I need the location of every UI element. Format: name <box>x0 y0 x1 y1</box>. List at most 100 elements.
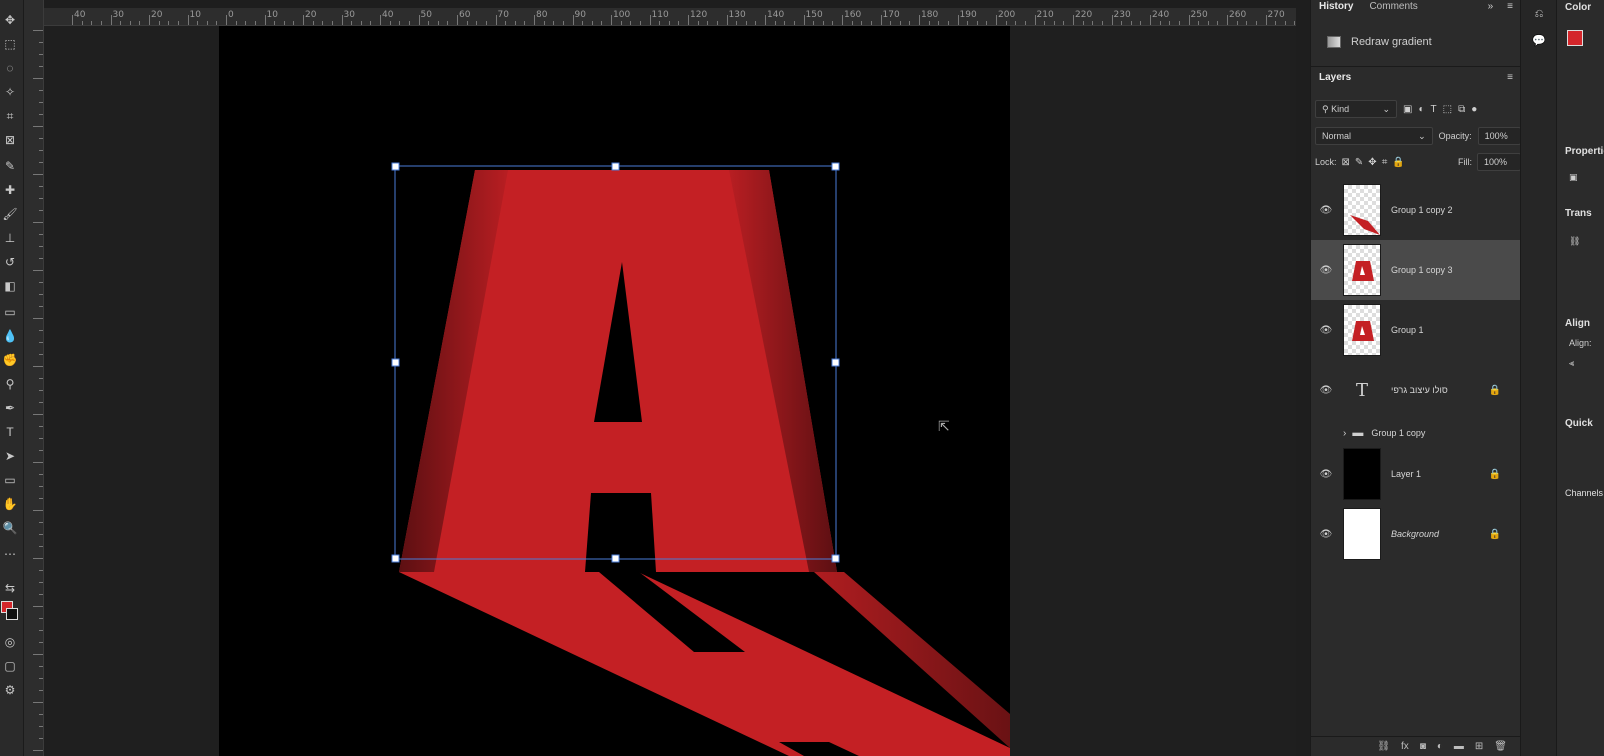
stamp-icon[interactable]: ⊥ <box>0 228 20 248</box>
eye-icon[interactable]: 👁 <box>1317 265 1335 276</box>
path-select-icon[interactable]: ➤ <box>0 446 20 466</box>
history-brush-icon[interactable]: ↺ <box>0 252 20 272</box>
eye-icon[interactable]: 👁 <box>1317 469 1335 480</box>
lock-image-icon[interactable]: ✎ <box>1355 157 1363 168</box>
quick-actions-title[interactable]: Quick <box>1565 418 1593 429</box>
zoom-icon[interactable]: 🔍 <box>0 518 20 538</box>
swap-colors-icon[interactable]: ⇆ <box>0 578 20 598</box>
new-layer-icon[interactable]: ⊞ <box>1475 741 1483 752</box>
history-item[interactable]: Redraw gradient <box>1311 32 1501 52</box>
filter-shape-icon[interactable]: ⬚ <box>1443 104 1452 115</box>
lock-position-icon[interactable]: ✥ <box>1368 157 1376 168</box>
delete-layer-icon[interactable]: 🗑 <box>1494 741 1507 752</box>
handle-bottom-right[interactable] <box>831 554 840 563</box>
ruler-tick <box>33 654 43 655</box>
color-panel-title[interactable]: Color <box>1565 2 1591 13</box>
eye-icon[interactable]: 👁 <box>1317 529 1335 540</box>
align-section-title[interactable]: Align <box>1565 318 1590 329</box>
lock-all-icon[interactable]: 🔒 <box>1392 157 1404 168</box>
foreground-color-swatch[interactable] <box>1567 30 1583 46</box>
ruler-tick <box>39 666 43 667</box>
fill-input[interactable]: 100% <box>1477 153 1521 171</box>
document-canvas[interactable] <box>219 26 1010 756</box>
handle-top-left[interactable] <box>391 162 400 171</box>
filter-type-icon[interactable]: T <box>1431 104 1437 115</box>
filter-toggle-icon[interactable]: ● <box>1471 104 1477 115</box>
ruler-tick <box>39 630 43 631</box>
crop-icon[interactable]: ⌗ <box>0 106 20 126</box>
layer-row[interactable]: 👁 T סולו עיצוב גרפי 🔒 <box>1311 360 1521 420</box>
transform-section-title[interactable]: Trans <box>1565 208 1592 219</box>
hand-icon[interactable]: ✋ <box>0 494 20 514</box>
tab-layers[interactable]: Layers <box>1319 72 1359 83</box>
handle-top-right[interactable] <box>831 162 840 171</box>
filter-smart-object-icon[interactable]: ⧉ <box>1458 104 1465 115</box>
chevron-right-icon[interactable]: › <box>1343 428 1346 439</box>
blur-icon[interactable]: 💧 <box>0 326 20 346</box>
pen-icon[interactable]: ✒ <box>0 398 20 418</box>
adjustment-layer-icon[interactable]: ◐ <box>1437 741 1443 752</box>
opacity-input[interactable]: 100% <box>1477 127 1521 145</box>
filter-kind-select[interactable]: ⚲ Kind ⌄ <box>1315 100 1397 118</box>
handle-top-center[interactable] <box>611 162 620 171</box>
type-icon[interactable]: T <box>0 422 20 442</box>
lock-artboard-icon[interactable]: ⌗ <box>1382 157 1388 168</box>
new-group-icon[interactable]: ▬ <box>1454 741 1464 752</box>
screen-mode-icon[interactable]: ▢ <box>0 656 20 676</box>
rectangle-icon[interactable]: ▭ <box>0 470 20 490</box>
brush-icon[interactable]: 🖌 <box>0 204 20 224</box>
layer-style-icon[interactable]: fx <box>1401 741 1409 752</box>
blend-mode-select[interactable]: Normal ⌄ <box>1315 127 1433 145</box>
frame-icon[interactable]: ⊠ <box>0 130 20 150</box>
quick-mask-icon[interactable]: ◎ <box>0 632 20 652</box>
lasso-icon[interactable]: ◌ <box>0 58 20 78</box>
collapse-icon[interactable]: » <box>1488 1 1508 12</box>
ruler-tick <box>39 354 43 355</box>
background-color-swatch[interactable] <box>6 608 18 620</box>
comments-panel-icon[interactable]: 💬 <box>1529 30 1549 50</box>
link-icon[interactable]: ⛓ <box>1569 236 1580 247</box>
eraser-icon[interactable]: ◧ <box>0 276 20 296</box>
move-icon[interactable]: ✥ <box>0 10 20 30</box>
layer-group-row[interactable]: › ▬ Group 1 copy <box>1311 420 1521 446</box>
channels-tab[interactable]: Channels <box>1565 488 1603 498</box>
layer-row[interactable]: 👁 Layer 1 🔒 <box>1311 444 1521 504</box>
handle-middle-right[interactable] <box>831 358 840 367</box>
handle-bottom-left[interactable] <box>391 554 400 563</box>
magic-wand-icon[interactable]: ✧ <box>0 82 20 102</box>
panel-menu-icon[interactable]: ≡ <box>1507 1 1521 12</box>
filter-adjustment-icon[interactable]: ◐ <box>1418 104 1424 115</box>
eyedropper-icon[interactable]: ✎ <box>0 156 20 176</box>
healing-icon[interactable]: ✚ <box>0 180 20 200</box>
link-layers-icon[interactable]: ⛓ <box>1377 741 1390 752</box>
handle-bottom-center[interactable] <box>611 554 620 563</box>
layers-menu-icon[interactable]: ≡ <box>1507 72 1521 83</box>
history-panel-icon[interactable]: ⎌ <box>1529 4 1549 24</box>
eye-icon[interactable]: 👁 <box>1317 205 1335 216</box>
extruded-shadow <box>399 572 1010 756</box>
properties-panel-title[interactable]: Properties <box>1565 146 1604 157</box>
lock-transparent-icon[interactable]: ⊠ <box>1342 157 1350 168</box>
letter-a <box>399 170 837 572</box>
gradient-icon[interactable]: ▭ <box>0 302 20 322</box>
dodge-icon[interactable]: ✊ <box>0 350 20 370</box>
align-left-icon[interactable]: ⫷ <box>1569 358 1574 369</box>
eye-icon[interactable]: 👁 <box>1317 325 1335 336</box>
edit-toolbar-icon[interactable]: ⚙ <box>0 680 20 700</box>
more-icon[interactable]: ⋯ <box>0 544 20 564</box>
filter-pixel-icon[interactable]: ▣ <box>1403 104 1412 115</box>
eye-icon[interactable]: 👁 <box>1317 385 1335 396</box>
zoom-lens-icon[interactable]: ⚲ <box>0 374 20 394</box>
layer-row-selected[interactable]: 👁 Group 1 copy 3 <box>1311 240 1521 300</box>
layer-row[interactable]: 👁 Group 1 <box>1311 300 1521 360</box>
layer-row[interactable]: 👁 Background 🔒 <box>1311 504 1521 564</box>
vertical-ruler[interactable] <box>24 0 44 756</box>
tab-comments[interactable]: Comments <box>1361 1 1425 12</box>
layer-row[interactable]: 👁 Group 1 copy 2 <box>1311 180 1521 240</box>
ruler-label: 270 <box>1267 10 1285 20</box>
tab-history[interactable]: History <box>1311 1 1361 12</box>
handle-middle-left[interactable] <box>391 358 400 367</box>
marquee-icon[interactable]: ⬚ <box>0 34 20 54</box>
add-mask-icon[interactable]: ◙ <box>1420 741 1426 752</box>
horizontal-ruler[interactable]: 40 30 20 10 0 10 20 30 40 50 60 70 80 90 100 110 120 130 1… <box>44 8 1296 26</box>
